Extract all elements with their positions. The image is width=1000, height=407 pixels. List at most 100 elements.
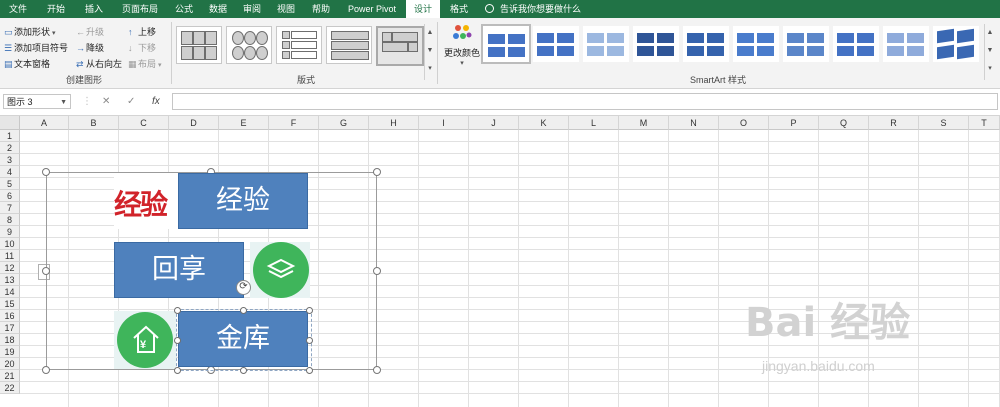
tab-data[interactable]: 数据 bbox=[202, 0, 234, 18]
row-header[interactable]: 6 bbox=[0, 190, 20, 202]
scroll-down-icon[interactable]: ▼ bbox=[425, 42, 435, 60]
shape-resize-handle[interactable] bbox=[174, 307, 181, 314]
column-header[interactable]: C bbox=[119, 116, 169, 130]
insert-function-icon[interactable]: fx bbox=[152, 94, 160, 109]
tab-power-pivot[interactable]: Power Pivot bbox=[340, 0, 404, 18]
row-header[interactable]: 16 bbox=[0, 310, 20, 322]
column-header[interactable]: R bbox=[869, 116, 919, 130]
smartart-picture[interactable]: 经验 bbox=[114, 173, 178, 229]
column-header[interactable]: L bbox=[569, 116, 619, 130]
more-icon[interactable]: ▾ bbox=[425, 60, 435, 78]
column-header[interactable]: S bbox=[919, 116, 969, 130]
tell-me-search[interactable]: 告诉我你想要做什么 bbox=[485, 0, 581, 18]
row-header[interactable]: 2 bbox=[0, 142, 20, 154]
add-bullet-button[interactable]: ☰ 添加项目符号 bbox=[4, 41, 68, 54]
column-header[interactable]: B bbox=[69, 116, 119, 130]
tab-review[interactable]: 审阅 bbox=[236, 0, 268, 18]
row-header[interactable]: 11 bbox=[0, 250, 20, 262]
tab-formulas[interactable]: 公式 bbox=[168, 0, 200, 18]
column-header[interactable]: O bbox=[719, 116, 769, 130]
row-header[interactable]: 18 bbox=[0, 334, 20, 346]
row-header[interactable]: 3 bbox=[0, 154, 20, 166]
smartart-shape-experience[interactable]: 经验 bbox=[178, 173, 308, 229]
column-header[interactable]: G bbox=[319, 116, 369, 130]
column-header[interactable]: T bbox=[969, 116, 1000, 130]
row-header[interactable]: 13 bbox=[0, 274, 20, 286]
row-header[interactable]: 15 bbox=[0, 298, 20, 310]
tab-home[interactable]: 开始 bbox=[38, 0, 74, 18]
shape-resize-handle[interactable] bbox=[306, 307, 313, 314]
move-up-button[interactable]: ↑ 上移 bbox=[128, 25, 156, 38]
resize-handle[interactable] bbox=[42, 267, 50, 275]
tab-page-layout[interactable]: 页面布局 bbox=[114, 0, 166, 18]
row-header[interactable]: 1 bbox=[0, 130, 20, 142]
row-header[interactable]: 12 bbox=[0, 262, 20, 274]
smartart-style-thumbnail[interactable] bbox=[633, 26, 679, 62]
shape-resize-handle[interactable] bbox=[306, 337, 313, 344]
column-header[interactable]: P bbox=[769, 116, 819, 130]
smartart-style-thumbnail[interactable] bbox=[833, 26, 879, 62]
tab-insert[interactable]: 插入 bbox=[76, 0, 112, 18]
tab-file[interactable]: 文件 bbox=[0, 0, 36, 18]
move-down-button[interactable]: ↓ 下移 bbox=[128, 41, 156, 54]
resize-handle[interactable] bbox=[42, 168, 50, 176]
layout-thumbnail[interactable] bbox=[176, 26, 222, 64]
layout-thumbnail-selected[interactable] bbox=[376, 26, 424, 66]
tab-format[interactable]: 格式 bbox=[442, 0, 476, 18]
smartart-picture[interactable] bbox=[250, 242, 310, 298]
enter-icon[interactable]: ✓ bbox=[127, 94, 135, 109]
tab-view[interactable]: 视图 bbox=[270, 0, 302, 18]
resize-handle[interactable] bbox=[373, 168, 381, 176]
row-header[interactable]: 22 bbox=[0, 382, 20, 394]
column-header[interactable]: K bbox=[519, 116, 569, 130]
column-header[interactable]: D bbox=[169, 116, 219, 130]
column-header[interactable]: A bbox=[20, 116, 69, 130]
scroll-up-icon[interactable]: ▲ bbox=[985, 24, 995, 42]
column-header[interactable]: M bbox=[619, 116, 669, 130]
row-header[interactable]: 7 bbox=[0, 202, 20, 214]
shape-resize-handle[interactable] bbox=[240, 307, 247, 314]
scroll-down-icon[interactable]: ▼ bbox=[985, 42, 995, 60]
smartart-style-thumbnail[interactable] bbox=[933, 26, 979, 62]
row-header[interactable]: 14 bbox=[0, 286, 20, 298]
add-shape-button[interactable]: ▭添加形状 ▾ bbox=[4, 25, 55, 38]
layout-thumbnail[interactable] bbox=[226, 26, 272, 64]
formula-input[interactable] bbox=[172, 93, 998, 110]
row-header[interactable]: 17 bbox=[0, 322, 20, 334]
rotate-handle-icon[interactable]: ⟳ bbox=[236, 280, 251, 295]
column-header[interactable]: E bbox=[219, 116, 269, 130]
scroll-up-icon[interactable]: ▲ bbox=[425, 24, 435, 42]
layouts-scroll[interactable]: ▲ ▼ ▾ bbox=[424, 24, 435, 80]
demote-button[interactable]: →降级 bbox=[76, 41, 104, 54]
smartart-style-thumbnail[interactable] bbox=[583, 26, 629, 62]
shape-resize-handle[interactable] bbox=[174, 367, 181, 374]
row-header[interactable]: 21 bbox=[0, 370, 20, 382]
smartart-style-thumbnail[interactable] bbox=[683, 26, 729, 62]
column-header[interactable]: J bbox=[469, 116, 519, 130]
resize-handle[interactable] bbox=[373, 366, 381, 374]
row-header[interactable]: 19 bbox=[0, 346, 20, 358]
column-header[interactable]: H bbox=[369, 116, 419, 130]
tab-design[interactable]: 设计 bbox=[406, 0, 440, 18]
column-header[interactable]: I bbox=[419, 116, 469, 130]
row-header[interactable]: 8 bbox=[0, 214, 20, 226]
shape-resize-handle[interactable] bbox=[306, 367, 313, 374]
change-colors-button[interactable]: 更改颜色 ▾ bbox=[444, 22, 480, 72]
row-header[interactable]: 9 bbox=[0, 226, 20, 238]
shape-resize-handle[interactable] bbox=[174, 337, 181, 344]
smartart-style-thumbnail[interactable] bbox=[883, 26, 929, 62]
layout-thumbnail[interactable] bbox=[326, 26, 372, 64]
promote-button[interactable]: ←升级 bbox=[76, 25, 104, 38]
styles-scroll[interactable]: ▲ ▼ ▾ bbox=[984, 24, 995, 80]
smartart-style-thumbnail[interactable] bbox=[733, 26, 779, 62]
layout-button[interactable]: ▦布局 ▾ bbox=[128, 57, 161, 70]
row-header[interactable]: 4 bbox=[0, 166, 20, 178]
column-header[interactable]: Q bbox=[819, 116, 869, 130]
layout-thumbnail[interactable] bbox=[276, 26, 322, 64]
row-header[interactable]: 10 bbox=[0, 238, 20, 250]
tab-help[interactable]: 帮助 bbox=[304, 0, 338, 18]
column-header[interactable]: N bbox=[669, 116, 719, 130]
smartart-style-thumbnail[interactable] bbox=[533, 26, 579, 62]
smartart-style-thumbnail[interactable] bbox=[783, 26, 829, 62]
text-pane-button[interactable]: ▤文本窗格 bbox=[4, 57, 50, 70]
